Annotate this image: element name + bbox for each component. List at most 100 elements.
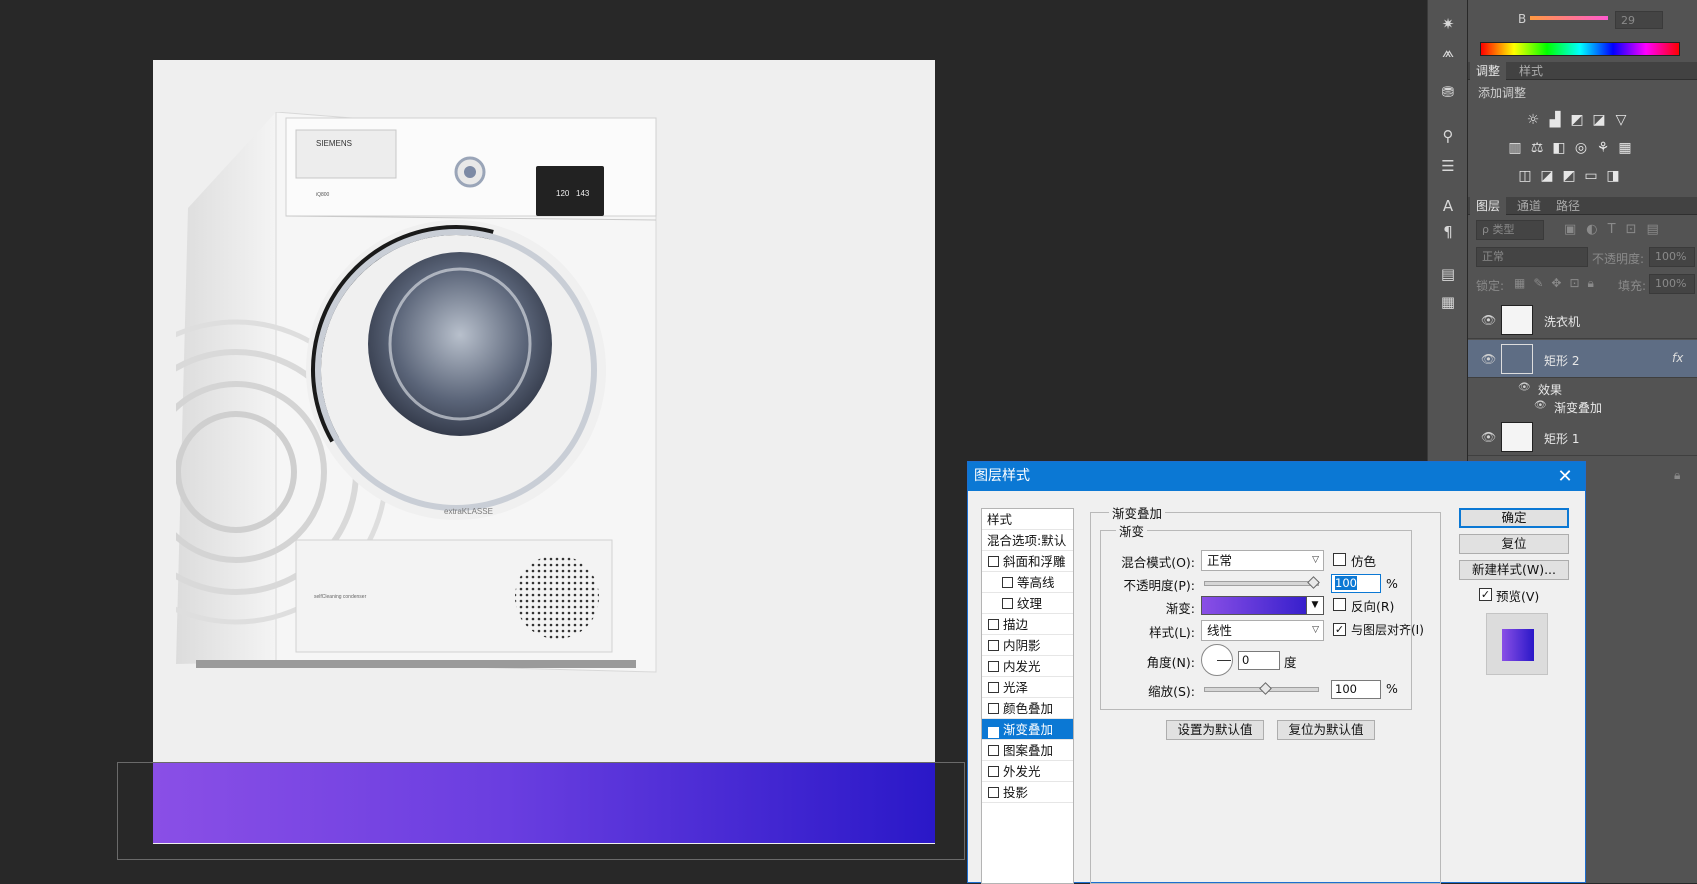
style-gradient-overlay[interactable]: ✓ 渐变叠加 [982, 719, 1073, 740]
style-inner-shadow[interactable]: 内阴影 [982, 635, 1073, 656]
navigator-icon[interactable]: ✷ [1437, 14, 1459, 34]
effect-eye-icon[interactable]: 👁︎ [1534, 400, 1548, 414]
properties-icon[interactable]: ☰ [1437, 156, 1459, 176]
checkbox[interactable] [988, 640, 999, 651]
color-spectrum[interactable] [1480, 42, 1680, 56]
channel-mixer-icon[interactable]: ⚘ [1594, 140, 1612, 156]
posterize-icon[interactable]: ◪ [1538, 168, 1556, 184]
fx-badge[interactable]: fx [1672, 351, 1683, 365]
style-bevel[interactable]: 斜面和浮雕 [982, 551, 1073, 572]
tab-styles[interactable]: 样式 [1513, 62, 1549, 80]
style-texture[interactable]: 纹理 [982, 593, 1073, 614]
visibility-eye-icon[interactable]: 👁︎ [1481, 352, 1496, 366]
layer-blend-mode[interactable]: 正常 [1476, 247, 1588, 267]
hue-sat-icon[interactable]: ▥ [1506, 140, 1524, 156]
actions-icon[interactable]: ▤ [1437, 264, 1459, 284]
ok-button[interactable]: 确定 [1459, 508, 1569, 528]
channel-b-label: B [1518, 12, 1527, 26]
style-outer-glow[interactable]: 外发光 [982, 761, 1073, 782]
style-list: 样式 混合选项:默认 斜面和浮雕 等高线 纹理 描边 内阴影 内发光 光泽 颜色… [981, 508, 1074, 884]
tab-adjustments[interactable]: 调整 [1470, 62, 1507, 80]
tab-layers[interactable]: 图层 [1470, 197, 1507, 215]
visibility-eye-icon[interactable]: 👁︎ [1481, 430, 1496, 444]
effect-gradient-overlay[interactable]: 渐变叠加 [1554, 399, 1602, 416]
gradient-dropdown-icon[interactable]: ▼ [1306, 596, 1324, 615]
style-contour[interactable]: 等高线 [982, 572, 1073, 593]
color-balance-icon[interactable]: ⚖ [1528, 140, 1546, 156]
visibility-eye-icon[interactable]: 👁︎ [1481, 313, 1496, 327]
style-pattern-overlay[interactable]: 图案叠加 [982, 740, 1073, 761]
checkbox[interactable] [988, 556, 999, 567]
layer-fill-value[interactable]: 100% [1649, 274, 1695, 294]
align-layer-label: 与图层对齐(I) [1351, 623, 1424, 637]
angle-dial[interactable] [1201, 644, 1233, 676]
style-inner-glow[interactable]: 内发光 [982, 656, 1073, 677]
checkbox[interactable] [1002, 577, 1013, 588]
dither-checkbox[interactable] [1333, 553, 1346, 566]
opacity-input[interactable]: 100 [1331, 574, 1381, 593]
checkbox[interactable] [988, 703, 999, 714]
checkbox[interactable] [988, 682, 999, 693]
layer-row-rect2[interactable]: 👁︎ 矩形 2 fx [1468, 340, 1697, 378]
style-stroke[interactable]: 描边 [982, 614, 1073, 635]
layer-opacity-value[interactable]: 100% [1649, 247, 1695, 267]
layer-filter-kind[interactable]: ρ 类型 [1476, 220, 1544, 240]
tab-channels[interactable]: 通道 [1511, 197, 1547, 215]
checkbox[interactable] [988, 766, 999, 777]
dither-label: 仿色 [1351, 554, 1377, 569]
lock-icons[interactable]: ▦✎✥⊡🔒︎ [1514, 276, 1602, 291]
reverse-checkbox[interactable] [1333, 598, 1346, 611]
character-icon[interactable]: A [1437, 196, 1459, 216]
curves-icon[interactable]: ◩ [1568, 112, 1586, 128]
checkbox[interactable] [988, 787, 999, 798]
close-icon[interactable]: ✕ [1555, 462, 1575, 491]
style-color-overlay[interactable]: 颜色叠加 [982, 698, 1073, 719]
notes-icon[interactable]: ▦ [1437, 292, 1459, 312]
scale-input[interactable]: 100 [1331, 680, 1381, 699]
reset-default-button[interactable]: 复位为默认值 [1277, 720, 1375, 740]
style-select[interactable]: 线性 ▽ [1201, 620, 1324, 641]
reset-button[interactable]: 复位 [1459, 534, 1569, 554]
layer-filter-icons[interactable]: ▣◐T⊡▤ [1564, 222, 1669, 237]
layer-row-washer[interactable]: 👁︎ 洗衣机 [1468, 301, 1697, 339]
preview-label: 预览(V) [1496, 589, 1540, 604]
style-satin[interactable]: 光泽 [982, 677, 1073, 698]
checkbox[interactable] [1002, 598, 1013, 609]
selective-color-icon[interactable]: ◨ [1604, 168, 1622, 184]
exposure-icon[interactable]: ◪ [1590, 112, 1608, 128]
threshold-icon[interactable]: ◩ [1560, 168, 1578, 184]
invert-icon[interactable]: ◫ [1516, 168, 1534, 184]
gradient-map-icon[interactable]: ▭ [1582, 168, 1600, 184]
opacity-slider[interactable] [1204, 581, 1319, 586]
bw-icon[interactable]: ◧ [1550, 140, 1568, 156]
brightness-icon[interactable]: ☼ [1524, 112, 1542, 128]
checkbox-checked[interactable]: ✓ [988, 727, 999, 738]
style-drop-shadow[interactable]: 投影 [982, 782, 1073, 803]
checkbox[interactable] [988, 619, 999, 630]
styles-header[interactable]: 样式 [982, 509, 1073, 530]
angle-input[interactable]: 0 [1238, 651, 1280, 670]
channel-b-slider[interactable] [1530, 16, 1608, 20]
layer-row-rect1[interactable]: 👁︎ 矩形 1 [1468, 418, 1697, 456]
color-lookup-icon[interactable]: ▦ [1616, 140, 1634, 156]
blend-options-item[interactable]: 混合选项:默认 [982, 530, 1073, 551]
checkbox[interactable] [988, 661, 999, 672]
blend-mode-select[interactable]: 正常 ▽ [1201, 550, 1324, 571]
checkbox[interactable] [988, 745, 999, 756]
3d-icon[interactable]: ⛃ [1437, 82, 1459, 102]
effects-eye-icon[interactable]: 👁︎ [1518, 382, 1532, 396]
preview-checkbox[interactable]: ✓ [1479, 588, 1492, 601]
set-default-button[interactable]: 设置为默认值 [1166, 720, 1264, 740]
tab-paths[interactable]: 路径 [1550, 197, 1586, 215]
paragraph-icon[interactable]: ¶ [1437, 222, 1459, 242]
levels-icon[interactable]: ▟ [1546, 112, 1564, 128]
brush-settings-icon[interactable]: ⩕ [1437, 42, 1459, 62]
photo-filter-icon[interactable]: ◎ [1572, 140, 1590, 156]
brushes-icon[interactable]: ⚲ [1437, 126, 1459, 146]
channel-b-value[interactable]: 29 [1615, 11, 1663, 29]
vibrance-icon[interactable]: ▽ [1612, 112, 1630, 128]
gradient-label: 渐变: [1165, 601, 1195, 616]
align-layer-checkbox[interactable]: ✓ [1333, 623, 1346, 636]
new-style-button[interactable]: 新建样式(W)... [1459, 560, 1569, 580]
scale-label: 缩放(S): [1148, 684, 1195, 699]
